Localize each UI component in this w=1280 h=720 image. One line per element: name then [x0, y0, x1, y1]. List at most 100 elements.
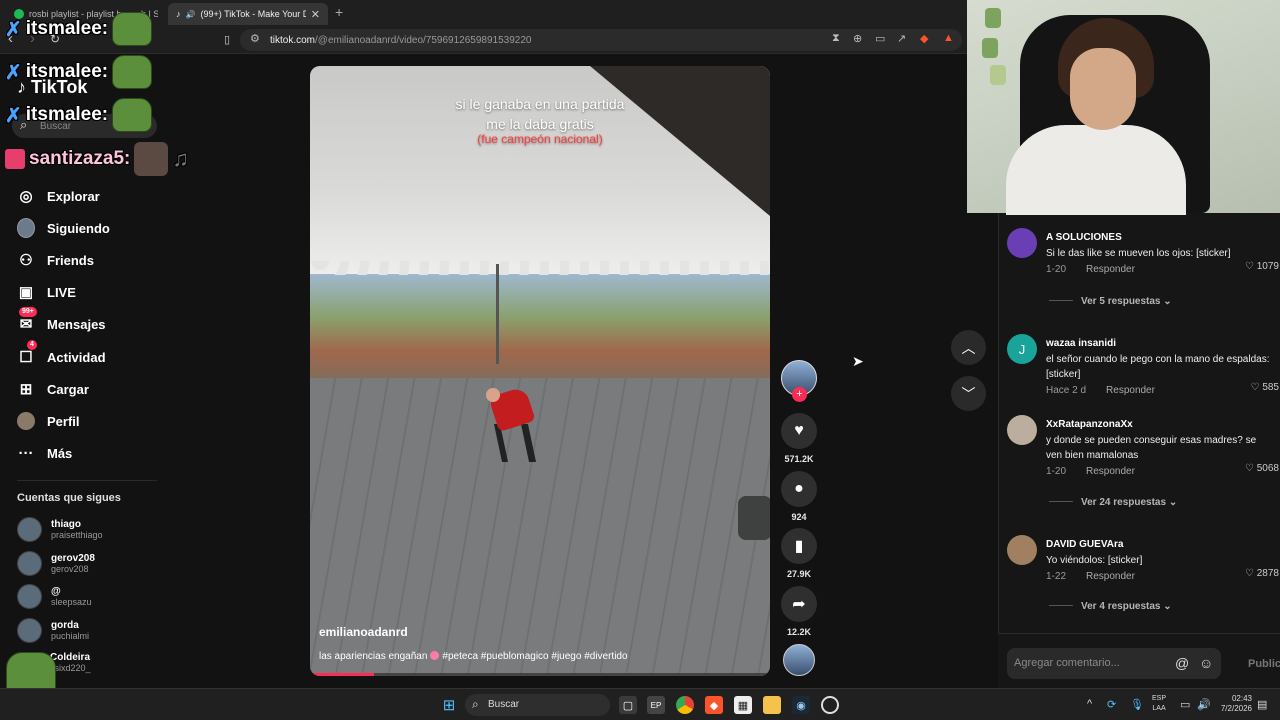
new-tab-icon[interactable]: + — [335, 4, 343, 20]
tab-tiktok[interactable]: ♪ 🔊 (99+) TikTok - Make Your Day ✕ — [168, 3, 328, 25]
reply-button[interactable]: Responder — [1086, 571, 1135, 582]
messages-badge: 99+ — [19, 307, 37, 317]
emoji-icon[interactable]: ☺ — [1199, 655, 1213, 671]
publish-button[interactable]: Publicar — [1248, 658, 1280, 670]
comment-like-button[interactable]: ♡ 5068 — [1245, 463, 1279, 474]
like-count: 571.2K — [784, 454, 814, 464]
comment-like-button[interactable]: ♡ 2878 — [1245, 568, 1279, 579]
chat-message: ✗ itsmalee: — [5, 12, 153, 46]
share-button[interactable]: ➦ 12.2K — [781, 586, 817, 637]
mention-icon[interactable]: @ — [1175, 655, 1189, 671]
avatar[interactable] — [1007, 535, 1037, 565]
language-indicator[interactable]: ESP LAA — [1152, 694, 1166, 714]
comment-like-button[interactable]: ♡ 1079 — [1245, 261, 1279, 272]
chevron-up-icon[interactable]: ^ — [1087, 698, 1092, 710]
comment-author[interactable]: A SOLUCIONES — [1046, 232, 1271, 243]
sidebar-item-siguiendo[interactable]: Siguiendo — [17, 216, 110, 240]
file-explorer-icon[interactable] — [763, 696, 781, 714]
chevron-down-icon: ⌄ — [1168, 497, 1178, 508]
network-icon[interactable]: ▭ — [1180, 698, 1190, 711]
sidebar-item-perfil[interactable]: Perfil — [17, 409, 80, 433]
pepe-emote-icon — [112, 12, 153, 46]
comment-like-button[interactable]: ♡ 585 — [1251, 382, 1279, 393]
next-video-button[interactable]: ﹀ — [951, 376, 986, 411]
sidebar-item-friends[interactable]: ⚇ Friends — [17, 248, 94, 272]
video-progress-bar[interactable] — [310, 673, 770, 676]
volume-icon[interactable]: 🔊 — [1197, 698, 1211, 711]
comment-author[interactable]: wazaa insanidi — [1046, 338, 1271, 349]
cast-icon[interactable]: ▭ — [875, 32, 885, 45]
following-account[interactable]: gorda puchialmi — [17, 618, 89, 643]
activity-icon: ☐ 4 — [17, 340, 37, 366]
like-button[interactable]: ♥ 571.2K — [781, 413, 817, 464]
divider — [17, 480, 157, 481]
view-replies-button[interactable]: Ver 24 respuestas ⌄ — [1049, 497, 1177, 508]
sidebar-item-explorar[interactable]: ◎ Explorar — [17, 184, 100, 208]
following-account[interactable]: thiago praisetthiago — [17, 517, 103, 542]
site-info-icon[interactable]: ⚙ — [250, 32, 260, 45]
save-button[interactable]: ▮ 27.9K — [781, 528, 817, 579]
sidebar-item-mas[interactable]: ··· Más — [17, 441, 73, 465]
comments-panel: A SOLUCIONES Si le das like se mueven lo… — [998, 213, 1280, 688]
chat-message: ✗ itsmalee: — [5, 98, 153, 132]
bookmark-icon[interactable]: ▯ — [224, 33, 230, 46]
sync-icon[interactable]: ⟳ — [1107, 698, 1116, 711]
music-disc-avatar[interactable] — [783, 644, 815, 676]
following-account[interactable]: gerov208 gerov208 — [17, 551, 95, 576]
tab-title: (99+) TikTok - Make Your Day — [200, 9, 305, 19]
heart-outline-icon: ♡ — [1250, 382, 1260, 393]
comment-like-count: 1079 — [1256, 261, 1279, 272]
address-bar[interactable]: ⚙ tiktok.com/@emilianoadanrd/video/75969… — [240, 29, 962, 51]
avatar[interactable] — [1007, 228, 1037, 258]
zoom-icon[interactable]: ⊕ — [853, 32, 862, 45]
brave-shield-icon[interactable]: ◆ — [920, 32, 928, 45]
chevron-up-icon: ︿ — [961, 339, 976, 356]
account-handle: puchialmi — [51, 631, 90, 641]
avatar[interactable]: J — [1007, 334, 1037, 364]
following-account[interactable]: Coldeira ksixd220_ — [50, 652, 91, 673]
previous-video-button[interactable]: ︿ — [951, 330, 986, 365]
view-replies-button[interactable]: Ver 5 respuestas ⌄ — [1049, 296, 1172, 307]
video-author[interactable]: emilianoadanrd — [319, 625, 408, 639]
microphone-icon[interactable]: 🎙 — [1130, 698, 1144, 711]
comment-author[interactable]: XxRatapanzonaXx — [1046, 419, 1271, 430]
store-icon[interactable]: ▦ — [734, 696, 752, 714]
share-icon[interactable]: ↗ — [897, 32, 906, 45]
task-view-icon[interactable]: ▢ — [619, 696, 637, 714]
video-player[interactable]: si le ganaba en una partida me la daba g… — [310, 66, 770, 676]
following-account[interactable]: @ sleepsazu — [17, 584, 92, 609]
view-replies-button[interactable]: Ver 4 respuestas ⌄ — [1049, 601, 1172, 612]
taskbar-search[interactable]: ⌕ Buscar — [465, 694, 610, 716]
close-tab-icon[interactable]: ✕ — [311, 8, 320, 21]
sidebar-item-label: Explorar — [47, 188, 100, 204]
translate-icon[interactable]: ⧗ — [832, 32, 840, 45]
notification-icon[interactable]: ▤ — [1257, 698, 1267, 711]
brave-rewards-icon[interactable]: ▲ — [943, 32, 954, 44]
chevron-down-icon: ⌄ — [1163, 296, 1172, 307]
comment-author[interactable]: DAVID GUEVAra — [1046, 539, 1271, 550]
url-host: tiktok.com — [270, 34, 316, 46]
sidebar-item-cargar[interactable]: ⊞ Cargar — [17, 377, 89, 401]
reply-button[interactable]: Responder — [1106, 385, 1155, 396]
reply-button[interactable]: Responder — [1086, 264, 1135, 275]
github-icon[interactable] — [821, 696, 839, 714]
hashtags[interactable]: #peteca #pueblomagico #juego #divertido — [442, 651, 627, 662]
chat-badge-icon — [5, 149, 25, 169]
video-frame-person-head — [486, 388, 500, 402]
windows-start-icon[interactable]: ⊞ — [440, 696, 458, 714]
sidebar-item-actividad[interactable]: ☐ 4 Actividad — [17, 340, 106, 369]
comment-input[interactable]: Agregar comentario... @ ☺ — [1007, 648, 1221, 679]
comment-button[interactable]: ● 924 — [781, 471, 817, 522]
steam-icon[interactable]: ◉ — [792, 696, 810, 714]
sidebar-item-mensajes[interactable]: ✉ 99+ Mensajes — [17, 307, 106, 336]
chrome-icon[interactable] — [676, 696, 694, 714]
keyboard-layout: LAA — [1152, 705, 1166, 712]
brave-icon[interactable]: ◆ — [705, 696, 723, 714]
clock[interactable]: 02:43 7/2/2026 — [1216, 694, 1252, 714]
reply-button[interactable]: Responder — [1086, 466, 1135, 477]
sidebar-item-live[interactable]: ▣ LIVE — [17, 280, 76, 304]
ball-emoji-icon — [430, 651, 440, 660]
follow-plus-icon[interactable]: + — [792, 387, 807, 402]
avatar[interactable] — [1007, 415, 1037, 445]
epic-games-icon[interactable]: EP — [647, 696, 665, 714]
